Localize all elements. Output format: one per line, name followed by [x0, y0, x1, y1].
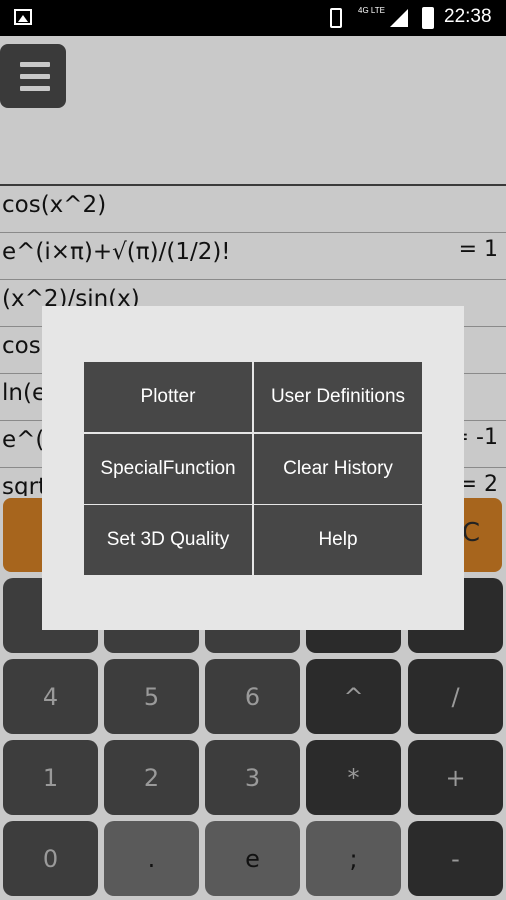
- display-area: [0, 36, 506, 186]
- key-multiply[interactable]: *: [306, 740, 401, 815]
- menu-bar-icon: [20, 74, 50, 79]
- history-result: = 2: [458, 472, 498, 496]
- set-3d-quality-button[interactable]: Set 3D Quality: [84, 505, 252, 575]
- key-power[interactable]: ^: [306, 659, 401, 734]
- network-type-label: 4G LTE: [358, 6, 385, 15]
- vibrate-icon: [330, 8, 342, 28]
- menu-grid: Plotter User Definitions SpecialFunction…: [84, 362, 422, 575]
- hamburger-menu-button[interactable]: [0, 44, 66, 108]
- menu-dialog: Plotter User Definitions SpecialFunction…: [42, 306, 464, 630]
- key-5[interactable]: 5: [104, 659, 199, 734]
- key-plus[interactable]: +: [408, 740, 503, 815]
- key-6[interactable]: 6: [205, 659, 300, 734]
- key-minus[interactable]: -: [408, 821, 503, 896]
- menu-bar-icon: [20, 86, 50, 91]
- history-expression: e^(i×π)+√(π)/(1/2)!: [2, 239, 231, 265]
- key-e[interactable]: e: [205, 821, 300, 896]
- history-expression: cos(x^2): [2, 192, 107, 218]
- key-decimal[interactable]: .: [104, 821, 199, 896]
- key-1[interactable]: 1: [3, 740, 98, 815]
- user-definitions-button[interactable]: User Definitions: [254, 362, 422, 432]
- plotter-button[interactable]: Plotter: [84, 362, 252, 432]
- clear-button-label: C: [461, 518, 480, 548]
- history-expression: sqrt: [2, 474, 48, 496]
- key-0[interactable]: 0: [3, 821, 98, 896]
- clock: 22:38: [444, 6, 492, 27]
- key-2[interactable]: 2: [104, 740, 199, 815]
- help-button[interactable]: Help: [254, 505, 422, 575]
- history-row[interactable]: cos(x^2): [0, 186, 506, 233]
- menu-bar-icon: [20, 62, 50, 67]
- clear-history-button[interactable]: Clear History: [254, 434, 422, 504]
- history-row[interactable]: e^(i×π)+√(π)/(1/2)! = 1: [0, 233, 506, 280]
- key-semicolon[interactable]: ;: [306, 821, 401, 896]
- key-divide[interactable]: /: [408, 659, 503, 734]
- key-3[interactable]: 3: [205, 740, 300, 815]
- history-expression: ln(e: [2, 380, 47, 406]
- battery-icon: [422, 7, 434, 29]
- history-result: = 1: [458, 237, 498, 262]
- status-bar: 4G LTE 22:38: [0, 0, 506, 36]
- special-function-button[interactable]: SpecialFunction: [84, 434, 252, 504]
- gallery-icon: [14, 9, 32, 25]
- signal-icon: [390, 9, 408, 27]
- history-expression: cos: [2, 333, 41, 359]
- key-4[interactable]: 4: [3, 659, 98, 734]
